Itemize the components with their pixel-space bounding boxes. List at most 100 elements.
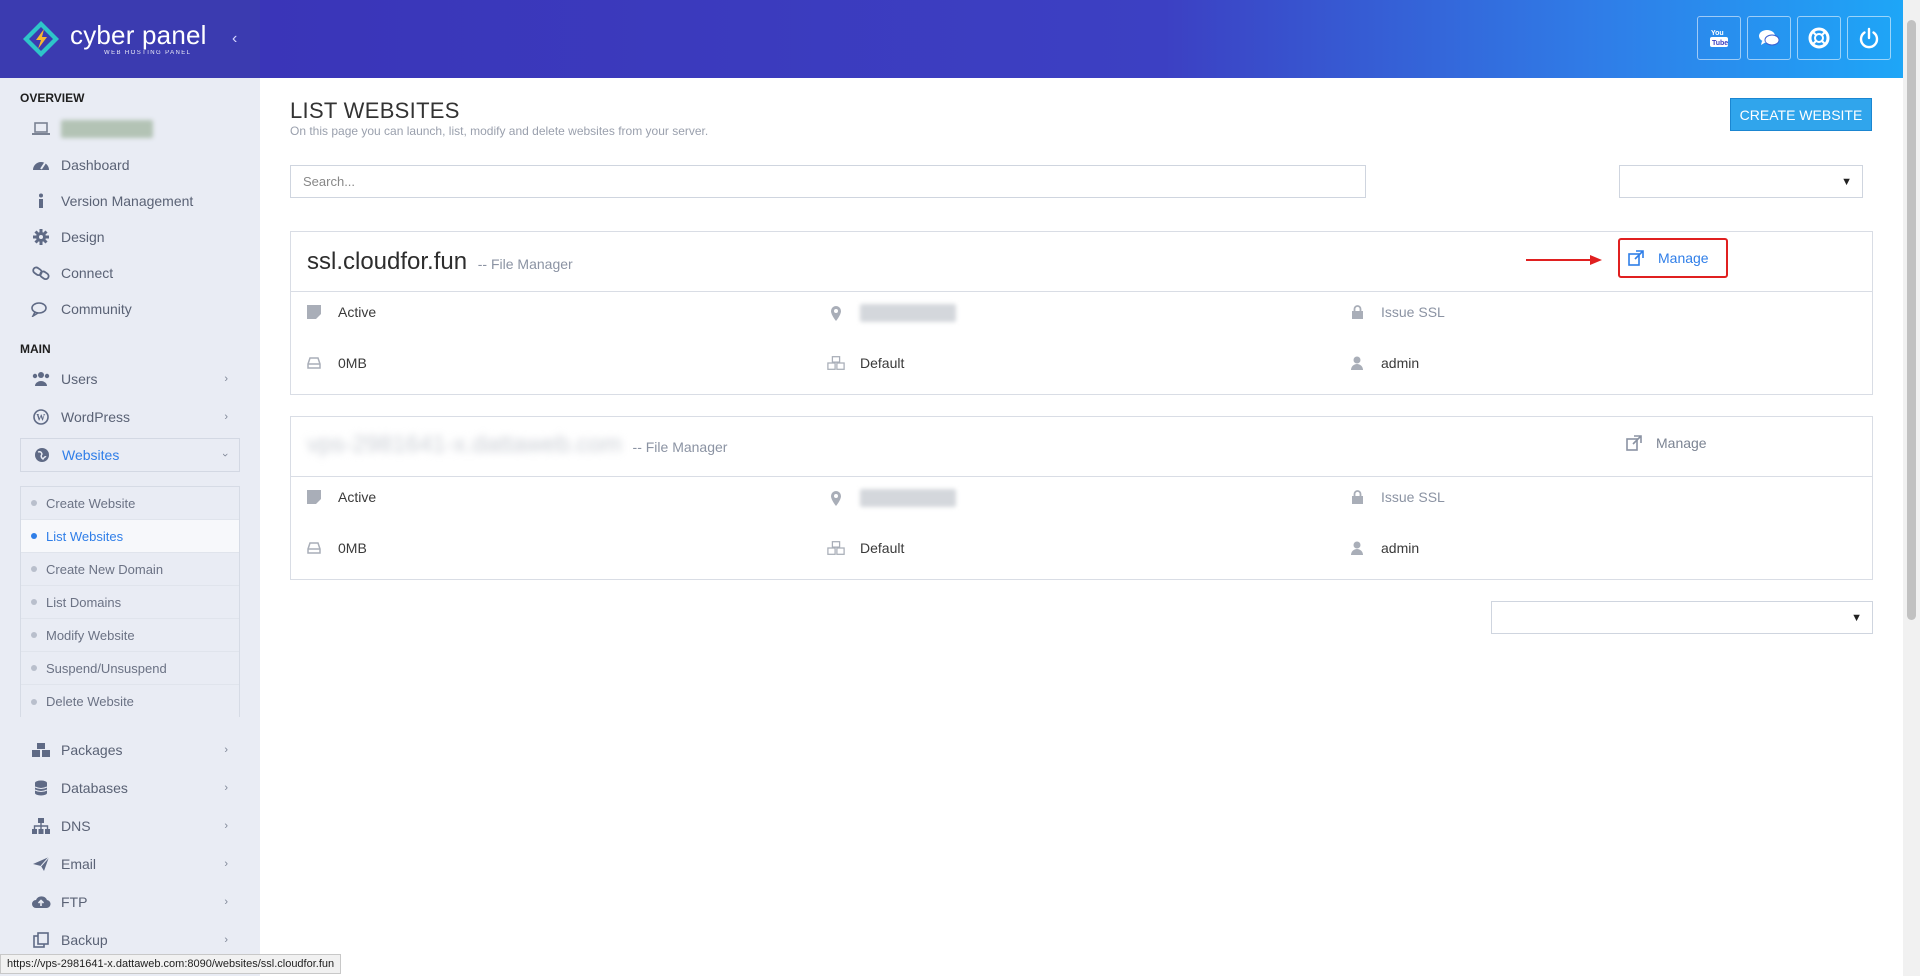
server-info[interactable] (20, 112, 240, 146)
website-owner: admin (1348, 355, 1419, 371)
brand-logo[interactable]: cyber panel WEB HOSTING PANEL (0, 0, 260, 78)
sticky-note-icon (305, 305, 323, 319)
scrollbar-thumb[interactable] (1907, 20, 1916, 620)
chevron-down-icon: ▼ (1851, 611, 1862, 624)
copy-icon (30, 932, 52, 948)
website-state: Active (305, 304, 376, 320)
life-ring-icon (1808, 27, 1830, 49)
sidebar-item-packages[interactable]: Packages › (20, 733, 240, 767)
sidebar-item-connect[interactable]: Connect (20, 256, 240, 290)
website-disk-usage: 0MB (305, 355, 367, 371)
website-domain[interactable]: vps-2981641-x.dattaweb.com -- File Manag… (307, 431, 727, 459)
user-icon (1348, 356, 1366, 370)
sidebar-item-users[interactable]: Users › (20, 362, 240, 396)
cyberpanel-logo-icon (22, 20, 60, 58)
sidebar-item-dns[interactable]: DNS › (20, 809, 240, 843)
website-state: Active (305, 489, 376, 505)
sticky-note-icon (305, 490, 323, 504)
sidebar: OVERVIEW Dashboard Version Management De… (0, 78, 260, 976)
status-bar-url: https://vps-2981641-x.dattaweb.com:8090/… (0, 954, 342, 974)
logout-button[interactable] (1847, 16, 1891, 60)
website-ip (827, 489, 956, 507)
youtube-button[interactable]: You Tube (1697, 16, 1741, 60)
create-website-button[interactable]: CREATE WEBSITE (1730, 98, 1872, 131)
lock-icon (1348, 490, 1366, 504)
page-description: On this page you can launch, list, modif… (290, 124, 709, 138)
link-icon (30, 265, 52, 281)
sidebar-collapse-chevron-icon[interactable]: ‹ (232, 30, 237, 48)
submenu-create-new-domain[interactable]: Create New Domain (21, 553, 239, 586)
top-header: You Tube (260, 0, 1903, 78)
manage-website-button[interactable]: Manage (1618, 238, 1728, 278)
chat-button[interactable] (1747, 16, 1791, 60)
submenu-suspend-unsuspend[interactable]: Suspend/Unsuspend (21, 652, 239, 685)
chevron-down-icon: › (219, 453, 232, 457)
brand-name: cyber panel (70, 20, 207, 50)
sidebar-item-databases[interactable]: Databases › (20, 771, 240, 805)
submenu-list-websites[interactable]: List Websites (21, 520, 239, 553)
manage-website-button[interactable]: Manage (1618, 423, 1728, 463)
info-icon (30, 193, 52, 209)
svg-text:W: W (36, 413, 45, 423)
ip-address-redacted (860, 304, 956, 322)
sidebar-item-wordpress[interactable]: W WordPress › (20, 400, 240, 434)
chat-icon (1759, 30, 1780, 46)
sidebar-item-backup[interactable]: Backup › (20, 923, 240, 957)
wordpress-icon: W (30, 409, 52, 425)
submenu-create-website[interactable]: Create Website (21, 487, 239, 520)
sidebar-item-label: WordPress (61, 409, 130, 425)
website-package: Default (827, 355, 904, 371)
website-ip (827, 304, 956, 322)
sidebar-item-email[interactable]: Email › (20, 847, 240, 881)
dashboard-icon (30, 157, 52, 173)
sidebar-item-websites[interactable]: Websites › (20, 438, 240, 472)
chevron-down-icon: ▼ (1841, 175, 1852, 188)
users-icon (30, 371, 52, 387)
websites-submenu: Create Website List Websites Create New … (20, 486, 240, 718)
sidebar-item-label: Packages (61, 742, 123, 758)
lock-icon (1348, 305, 1366, 319)
file-manager-link[interactable]: -- File Manager (633, 439, 728, 455)
section-title-overview: OVERVIEW (20, 91, 85, 105)
submenu-modify-website[interactable]: Modify Website (21, 619, 239, 652)
hdd-icon (305, 357, 323, 369)
section-title-main: MAIN (20, 342, 51, 356)
website-domain[interactable]: ssl.cloudfor.fun -- File Manager (307, 248, 573, 276)
sidebar-item-label: Version Management (61, 193, 194, 209)
support-button[interactable] (1797, 16, 1841, 60)
sidebar-item-design[interactable]: Design (20, 220, 240, 254)
sidebar-item-community[interactable]: Community (20, 292, 240, 326)
search-input[interactable] (290, 165, 1366, 198)
external-link-icon (1628, 250, 1644, 266)
submenu-list-domains[interactable]: List Domains (21, 586, 239, 619)
page-title: LIST WEBSITES (290, 98, 460, 123)
external-link-icon (1626, 435, 1642, 451)
sidebar-item-ftp[interactable]: FTP › (20, 885, 240, 919)
issue-ssl-link[interactable]: Issue SSL (1348, 489, 1445, 505)
pagination-select[interactable]: ▼ (1491, 601, 1873, 634)
sidebar-item-dashboard[interactable]: Dashboard (20, 148, 240, 182)
cloud-upload-icon (30, 894, 52, 910)
website-card: vps-2981641-x.dattaweb.com -- File Manag… (290, 416, 1873, 580)
page-scrollbar[interactable] (1903, 0, 1920, 976)
sidebar-item-label: Users (61, 371, 98, 387)
chevron-right-icon: › (224, 896, 228, 908)
chevron-right-icon: › (224, 782, 228, 794)
comments-icon (30, 301, 52, 317)
chevron-right-icon: › (224, 820, 228, 832)
issue-ssl-link[interactable]: Issue SSL (1348, 304, 1445, 320)
submenu-delete-website[interactable]: Delete Website (21, 685, 239, 718)
sidebar-item-version-management[interactable]: Version Management (20, 184, 240, 218)
cubes-icon (827, 355, 845, 371)
chevron-right-icon: › (224, 744, 228, 756)
file-manager-link[interactable]: -- File Manager (478, 256, 573, 272)
user-icon (1348, 541, 1366, 555)
laptop-icon (30, 122, 52, 136)
filter-select[interactable]: ▼ (1619, 165, 1863, 198)
youtube-icon: You Tube (1710, 30, 1728, 47)
cubes-icon (827, 540, 845, 556)
sidebar-item-label: DNS (61, 818, 91, 834)
chevron-right-icon: › (224, 373, 228, 385)
gear-icon (30, 229, 52, 245)
sidebar-item-label: FTP (61, 894, 88, 910)
